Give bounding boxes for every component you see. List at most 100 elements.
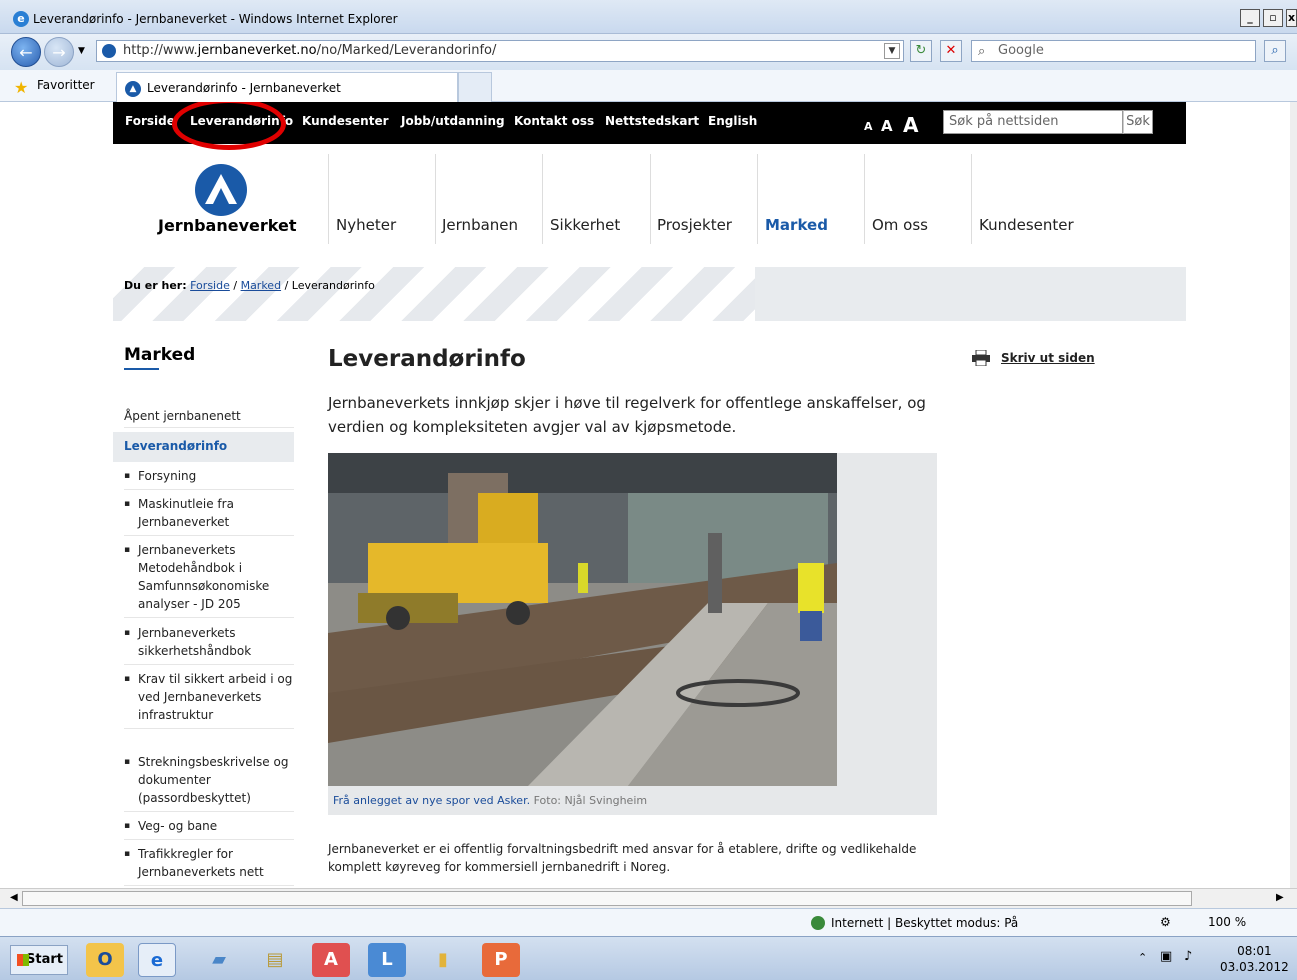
internet-explorer-icon[interactable]: e (138, 943, 176, 977)
network-icon[interactable]: ▣ (1160, 949, 1172, 964)
zoom-level[interactable]: 100 % (1208, 915, 1246, 929)
text-size-large[interactable]: A (903, 113, 918, 137)
nav-divider (542, 154, 543, 244)
print-page-link[interactable]: Skriv ut siden (1001, 351, 1095, 365)
explorer-folder-icon[interactable]: ▮ (424, 943, 462, 977)
address-path: /no/Marked/Leverandorinfo/ (316, 43, 497, 58)
address-dropdown-icon[interactable]: ▼ (884, 43, 900, 59)
internet-zone-icon (811, 916, 825, 930)
breadcrumb-forside[interactable]: Forside (190, 279, 230, 292)
powerpoint-icon[interactable]: P (482, 943, 520, 977)
topnav-kundesenter[interactable]: Kundesenter (302, 114, 389, 128)
logo-mark-icon (205, 174, 237, 204)
mainnav-sikkerhet[interactable]: Sikkerhet (550, 216, 620, 234)
site-search-input[interactable]: Søk på nettsiden (943, 110, 1123, 134)
search-go-icon[interactable]: ⌕ (1264, 40, 1286, 62)
tab-favicon-icon: ▲ (125, 81, 141, 97)
breadcrumb-separator: / (284, 279, 289, 292)
close-button[interactable]: x (1286, 9, 1297, 27)
publisher-icon[interactable]: L (368, 943, 406, 977)
favorites-label[interactable]: Favoritter (37, 78, 95, 92)
scroll-right-icon[interactable]: ▶ (1276, 892, 1284, 903)
refresh-icon[interactable]: ↻ (910, 40, 932, 62)
back-icon[interactable]: ← (11, 37, 41, 67)
address-bar[interactable]: http://www.jernbaneverket.no/no/Marked/L… (96, 40, 904, 62)
minimize-button[interactable]: _ (1240, 9, 1260, 27)
mainnav-nyheter[interactable]: Nyheter (336, 216, 396, 234)
stop-icon[interactable]: ✕ (940, 40, 962, 62)
breadcrumb-fill (755, 267, 1186, 321)
mainnav-prosjekter[interactable]: Prosjekter (657, 216, 732, 234)
mainnav-jernbanen[interactable]: Jernbanen (442, 216, 518, 234)
site-search-button[interactable]: Søk (1123, 110, 1153, 134)
mainnav-marked[interactable]: Marked (765, 216, 828, 234)
address-prefix: http://www. (123, 43, 198, 58)
new-tab-button[interactable] (458, 72, 492, 102)
scroll-left-icon[interactable]: ◀ (10, 892, 18, 903)
article-ingress: Jernbaneverkets innkjøp skjer i høve til… (328, 394, 926, 436)
nav-divider (650, 154, 651, 244)
forward-icon[interactable]: → (44, 37, 74, 67)
sidebar-subitem-maskinutleie[interactable]: Maskinutleie fra Jernbaneverket (124, 491, 294, 536)
text-size-medium[interactable]: A (881, 117, 893, 135)
mainnav-kundesenter[interactable]: Kundesenter (979, 216, 1074, 234)
topnav-kontakt[interactable]: Kontakt oss (514, 114, 594, 128)
mainnav-om-oss[interactable]: Om oss (872, 216, 928, 234)
topnav-english[interactable]: English (708, 114, 757, 128)
sidebar-subitem-krav-sikkert-arbeid[interactable]: Krav til sikkert arbeid i og ved Jernban… (124, 666, 294, 729)
notepad-icon[interactable]: ▰ (200, 943, 238, 977)
protected-mode-icon[interactable]: ⚙ (1160, 915, 1171, 929)
breadcrumb-prefix: Du er her: (124, 279, 187, 292)
topnav-forside[interactable]: Forside (125, 114, 175, 128)
railway-construction-photo (328, 453, 837, 786)
vertical-scrollbar[interactable] (1290, 102, 1297, 888)
volume-icon[interactable]: ♪ (1184, 949, 1192, 964)
page-title: Leverandørinfo (328, 346, 526, 372)
sidebar-subitem-forsyning[interactable]: Forsyning (124, 463, 294, 490)
caption-text: Frå anlegget av nye spor ved Asker. (333, 794, 531, 807)
ie-icon: e (13, 11, 29, 27)
breadcrumb-marked[interactable]: Marked (241, 279, 281, 292)
calendar-icon[interactable]: ▤ (256, 943, 294, 977)
taskbar: Start O e ▰ ▤ A L ▮ P ⌃ ▣ ♪ 08:01 03.03.… (0, 936, 1297, 980)
nav-divider (971, 154, 972, 244)
start-button[interactable]: Start (10, 945, 68, 975)
sidebar-item-apent-jernbanenett[interactable]: Åpent jernbanenett (124, 405, 294, 428)
favorites-star-icon[interactable]: ★ (14, 78, 28, 97)
sidebar-title-underline (124, 368, 159, 370)
logo-text[interactable]: Jernbaneverket (158, 216, 296, 235)
sidebar-subitem-strekningsbeskrivelse[interactable]: Strekningsbeskrivelse og dokumenter (pas… (124, 749, 294, 812)
sidebar-subitem-veg-og-bane[interactable]: Veg- og bane (124, 813, 294, 840)
sidebar-subitem-metodehandbok[interactable]: Jernbaneverkets Metodehåndbok i Samfunns… (124, 537, 294, 618)
printer-icon[interactable] (972, 350, 990, 366)
window-title-bar: e Leverandørinfo - Jernbaneverket - Wind… (0, 0, 1297, 34)
text-size-small[interactable]: A (864, 120, 873, 133)
sidebar-subitem-trafikkregler[interactable]: Trafikkregler for Jernbaneverkets nett (124, 841, 294, 886)
topnav-jobb[interactable]: Jobb/utdanning (401, 114, 505, 128)
horizontal-scrollbar[interactable]: ◀ ▶ (0, 888, 1297, 908)
jernbaneverket-logo[interactable] (195, 164, 247, 216)
nav-divider (864, 154, 865, 244)
nav-divider (435, 154, 436, 244)
history-dropdown-icon[interactable]: ▼ (78, 46, 85, 56)
sidebar-subitem-sikkerhetshandbok[interactable]: Jernbaneverkets sikkerhetshåndbok (124, 620, 294, 665)
maximize-button[interactable]: ▫ (1263, 9, 1283, 27)
tray-expand-icon[interactable]: ⌃ (1138, 951, 1147, 964)
clock-time: 08:01 (1237, 944, 1272, 958)
breadcrumb: Du er her: Forside / Marked / Leverandør… (113, 267, 1186, 321)
breadcrumb-current: Leverandørinfo (291, 279, 375, 292)
article-photo (328, 453, 837, 786)
nav-divider (328, 154, 329, 244)
search-input[interactable]: ⌕ Google (971, 40, 1256, 62)
clock[interactable]: 08:01 03.03.2012 (1220, 943, 1289, 975)
browser-tab[interactable]: ▲ Leverandørinfo - Jernbaneverket (116, 72, 458, 102)
favorites-bar: ★ Favoritter ▲ Leverandørinfo - Jernbane… (0, 70, 1297, 102)
acrobat-icon[interactable]: A (312, 943, 350, 977)
search-icon: ⌕ (978, 44, 986, 59)
topnav-nettstedskart[interactable]: Nettstedskart (605, 114, 699, 128)
scroll-thumb[interactable] (22, 891, 1192, 906)
site-favicon-icon (102, 44, 116, 58)
security-zone[interactable]: Internett | Beskyttet modus: På (831, 916, 1018, 930)
outlook-icon[interactable]: O (86, 943, 124, 977)
sidebar-item-leverandorinfo[interactable]: Leverandørinfo (124, 435, 294, 457)
